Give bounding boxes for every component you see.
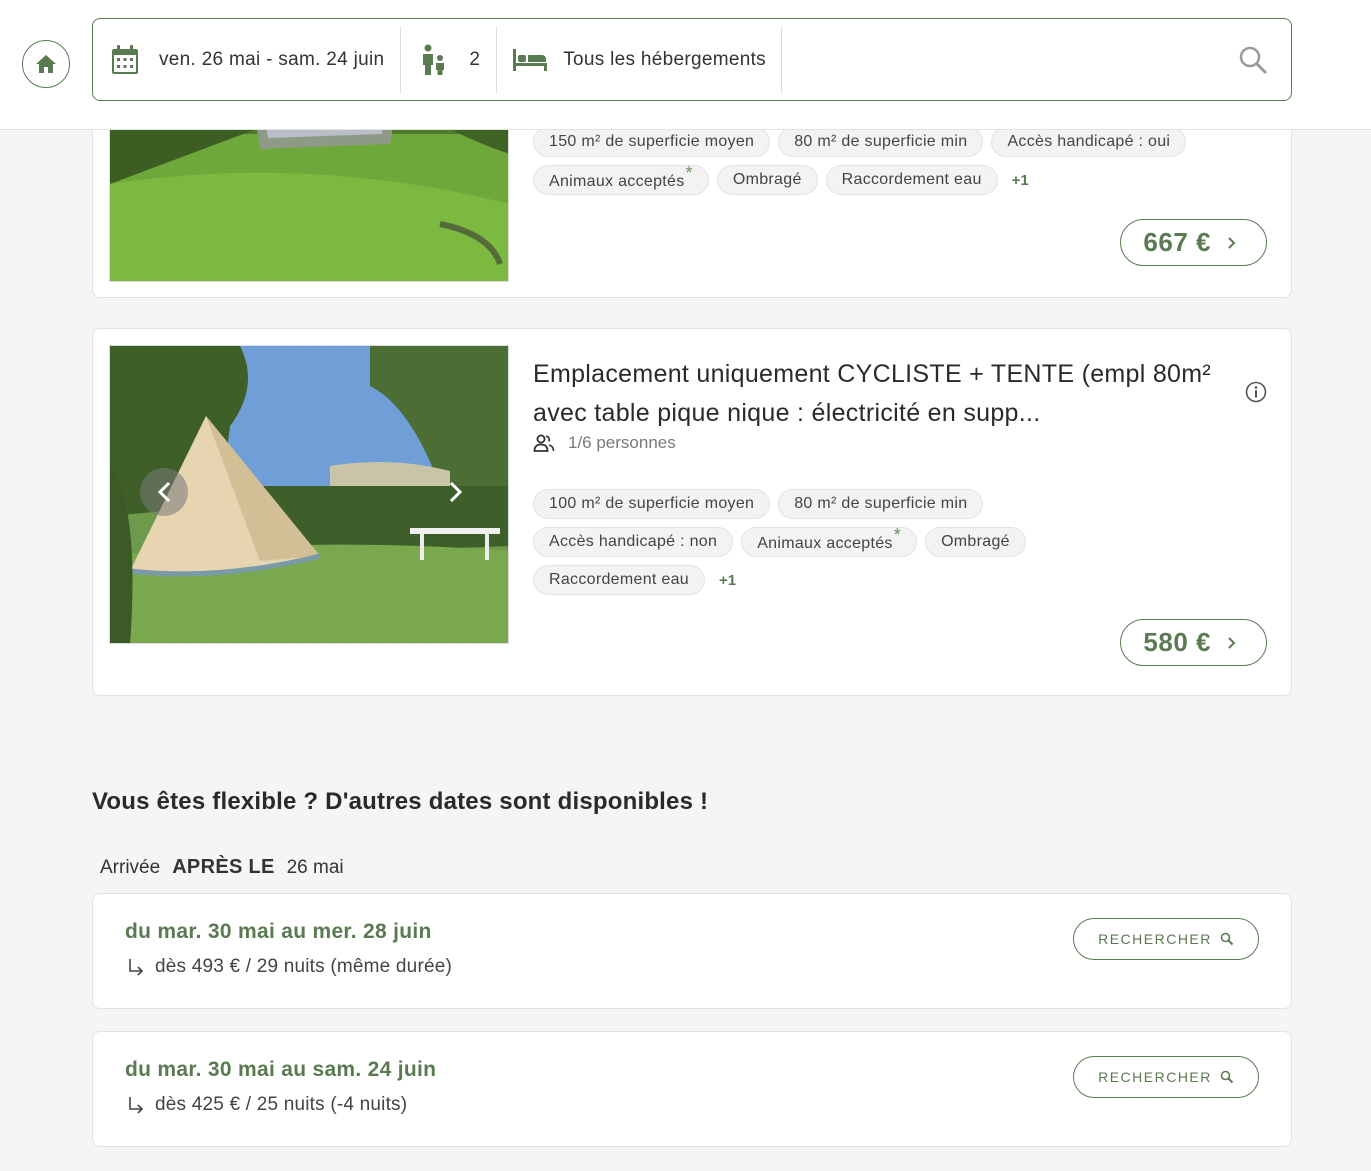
top-header: ven. 26 mai - sam. 24 juin 2 Tous les hé… [0,0,1371,130]
alternative-price: dès 493 € / 29 nuits (même durée) [127,956,452,978]
people-icon [423,44,445,75]
people-selector[interactable]: 2 [401,20,496,100]
feature-tag: Ombragé [925,527,1026,557]
alternative-price: dès 425 € / 25 nuits (-4 nuits) [127,1094,407,1116]
chevron-right-icon [1227,236,1236,250]
arrival-label: Arrivée [100,857,161,878]
search-button-label: RECHERCHER [1098,1069,1212,1085]
feature-tag: Raccordement eau [825,165,998,195]
asterisk-icon: * [893,525,902,545]
feature-tags: 150 m² de superficie moyen 80 m² de supe… [533,127,1273,195]
chevron-right-icon [449,481,463,503]
alternative-price-text: dès 493 € / 29 nuits (même durée) [155,956,453,977]
arrival-date: 26 mai [286,857,344,878]
date-selector[interactable]: ven. 26 mai - sam. 24 juin [93,20,400,100]
bed-icon [513,48,548,71]
flexible-dates-heading: Vous êtes flexible ? D'autres dates sont… [92,788,709,815]
alternative-dates: du mar. 30 mai au mer. 28 juin [125,920,432,943]
feature-tag-label: Animaux acceptés [757,535,893,552]
search-dates-button[interactable]: RECHERCHER [1073,918,1259,960]
price-button[interactable]: 580 € [1120,619,1267,666]
alternative-dates-card: du mar. 30 mai au mer. 28 juin dès 493 €… [92,893,1292,1009]
feature-tag: Accès handicapé : non [533,527,734,557]
chevron-right-icon [1227,636,1236,650]
return-arrow-icon [129,959,144,976]
capacity-text: 1/6 personnes [568,433,676,452]
feature-tag-label: Animaux acceptés [549,173,685,190]
search-icon [1239,46,1267,73]
more-tags-link[interactable]: +1 [719,572,736,589]
alternative-dates-card: du mar. 30 mai au sam. 24 juin dès 425 €… [92,1031,1292,1147]
search-dates-button[interactable]: RECHERCHER [1073,1056,1259,1098]
chevron-left-icon [157,481,171,503]
home-button[interactable] [22,40,70,88]
capacity: 1/6 personnes [533,433,676,453]
search-button-label: RECHERCHER [1098,931,1212,947]
dates-value: ven. 26 mai - sam. 24 juin [159,48,385,70]
listing-photo [109,345,509,644]
people-icon [533,434,555,452]
feature-tag: 100 m² de superficie moyen [533,489,771,519]
arrival-filter: Arrivée APRÈS LE 26 mai [100,856,344,879]
listing-card[interactable]: Emplacement uniquement CYCLISTE + TENTE … [92,328,1292,696]
return-arrow-icon [129,1097,144,1114]
feature-tags: 100 m² de superficie moyen 80 m² de supe… [533,489,1093,595]
feature-tag: Ombragé [716,165,818,195]
feature-tag: 80 m² de superficie min [778,489,984,519]
alternative-dates: du mar. 30 mai au sam. 24 juin [125,1058,437,1081]
search-icon [1220,932,1234,946]
feature-tag-pets: Animaux acceptés* [741,525,918,557]
arrival-after-label: APRÈS LE [172,856,275,878]
search-icon [1220,1070,1234,1084]
price-button[interactable]: 667 € [1120,219,1267,266]
feature-tag: Raccordement eau [533,565,705,595]
accommodation-type-selector[interactable]: Tous les hébergements [497,20,781,100]
next-photo-button[interactable] [432,468,480,516]
feature-tag: 80 m² de superficie min [778,127,984,157]
more-tags-link[interactable]: +1 [1012,172,1029,189]
price-value: 667 € [1143,227,1211,257]
people-count: 2 [469,48,481,70]
search-bar: ven. 26 mai - sam. 24 juin 2 Tous les hé… [92,18,1292,101]
asterisk-icon: * [685,163,693,183]
home-icon [36,55,56,73]
previous-photo-button[interactable] [140,468,188,516]
info-icon [1245,381,1267,403]
type-value: Tous les hébergements [563,48,766,70]
listing-title[interactable]: Emplacement uniquement CYCLISTE + TENTE … [533,355,1213,433]
feature-tag: 150 m² de superficie moyen [533,127,771,157]
search-button[interactable] [1239,46,1267,74]
feature-tag-pets: Animaux acceptés* [533,163,709,195]
alternative-price-text: dès 425 € / 25 nuits (-4 nuits) [155,1094,408,1115]
info-button[interactable] [1245,381,1267,408]
feature-tag: Accès handicapé : oui [991,127,1187,157]
price-value: 580 € [1143,627,1211,657]
separator [780,26,782,93]
calendar-icon [112,44,138,74]
